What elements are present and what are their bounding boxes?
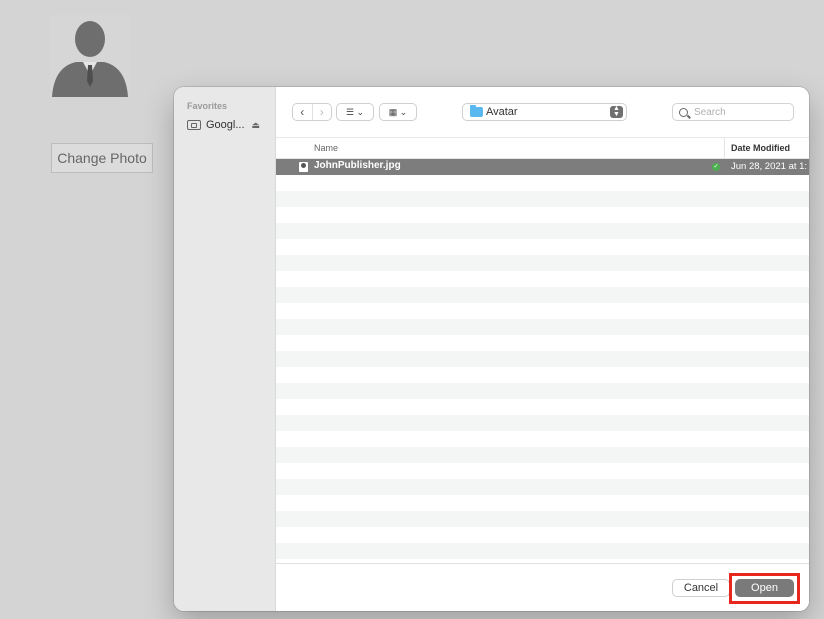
empty-row [276,527,809,543]
empty-row [276,431,809,447]
open-button[interactable]: Open [735,579,794,597]
sidebar-item-google-drive[interactable]: Googl... ⏏ [187,117,272,133]
toolbar: ‹ › ☰ ⌄ ▦ ⌄ Avatar ▲ ▼ Search [276,87,809,137]
grid-view-button[interactable]: ▦ ⌄ [379,103,417,121]
empty-row [276,495,809,511]
empty-row [276,463,809,479]
empty-row [276,415,809,431]
eject-icon[interactable]: ⏏ [252,120,261,131]
empty-row [276,543,809,559]
empty-row [276,447,809,463]
column-header-row: Name Date Modified [276,137,809,159]
file-name: JohnPublisher.jpg [314,160,401,171]
empty-row [276,303,809,319]
updown-chevron-icon: ▲ ▼ [610,105,623,118]
dialog-footer: Cancel Open [276,563,809,611]
empty-row [276,271,809,287]
empty-row [276,255,809,271]
table-row[interactable]: JohnPublisher.jpg ✓ Jun 28, 2021 at 1: [276,159,809,175]
empty-row [276,207,809,223]
navigation-buttons: ‹ › [292,103,332,121]
change-photo-button[interactable]: Change Photo [51,143,153,173]
location-label: Avatar [486,106,518,118]
file-rows: JohnPublisher.jpg ✓ Jun 28, 2021 at 1: [276,159,809,559]
search-field[interactable]: Search [672,103,794,121]
sidebar-heading-favorites: Favorites [187,101,228,111]
empty-row [276,239,809,255]
empty-row [276,383,809,399]
file-open-dialog: Favorites Googl... ⏏ ‹ › ☰ ⌄ ▦ ⌄ Avatar … [174,87,809,611]
cancel-button[interactable]: Cancel [672,579,730,597]
location-popup[interactable]: Avatar ▲ ▼ [462,103,627,121]
list-view-button[interactable]: ☰ ⌄ [336,103,374,121]
empty-row [276,175,809,191]
empty-row [276,399,809,415]
image-file-icon [299,162,308,172]
forward-button[interactable]: › [311,104,332,120]
empty-row [276,191,809,207]
profile-avatar [50,15,130,97]
synced-check-icon: ✓ [712,163,720,171]
sidebar: Favorites Googl... ⏏ [174,87,276,611]
column-header-date-modified[interactable]: Date Modified [724,138,790,158]
empty-row [276,287,809,303]
empty-row [276,223,809,239]
empty-row [276,351,809,367]
sidebar-item-label: Googl... [206,119,245,131]
empty-row [276,511,809,527]
empty-row [276,335,809,351]
empty-row [276,367,809,383]
empty-row [276,319,809,335]
folder-icon [470,105,483,117]
file-list: Name Date Modified JohnPublisher.jpg ✓ J… [276,137,809,563]
file-date: Jun 28, 2021 at 1: [731,161,808,172]
empty-row [276,479,809,495]
drive-icon [187,120,201,130]
back-button[interactable]: ‹ [293,104,312,120]
column-header-name[interactable]: Name [314,143,338,153]
search-icon [679,107,688,117]
search-placeholder: Search [694,106,726,118]
